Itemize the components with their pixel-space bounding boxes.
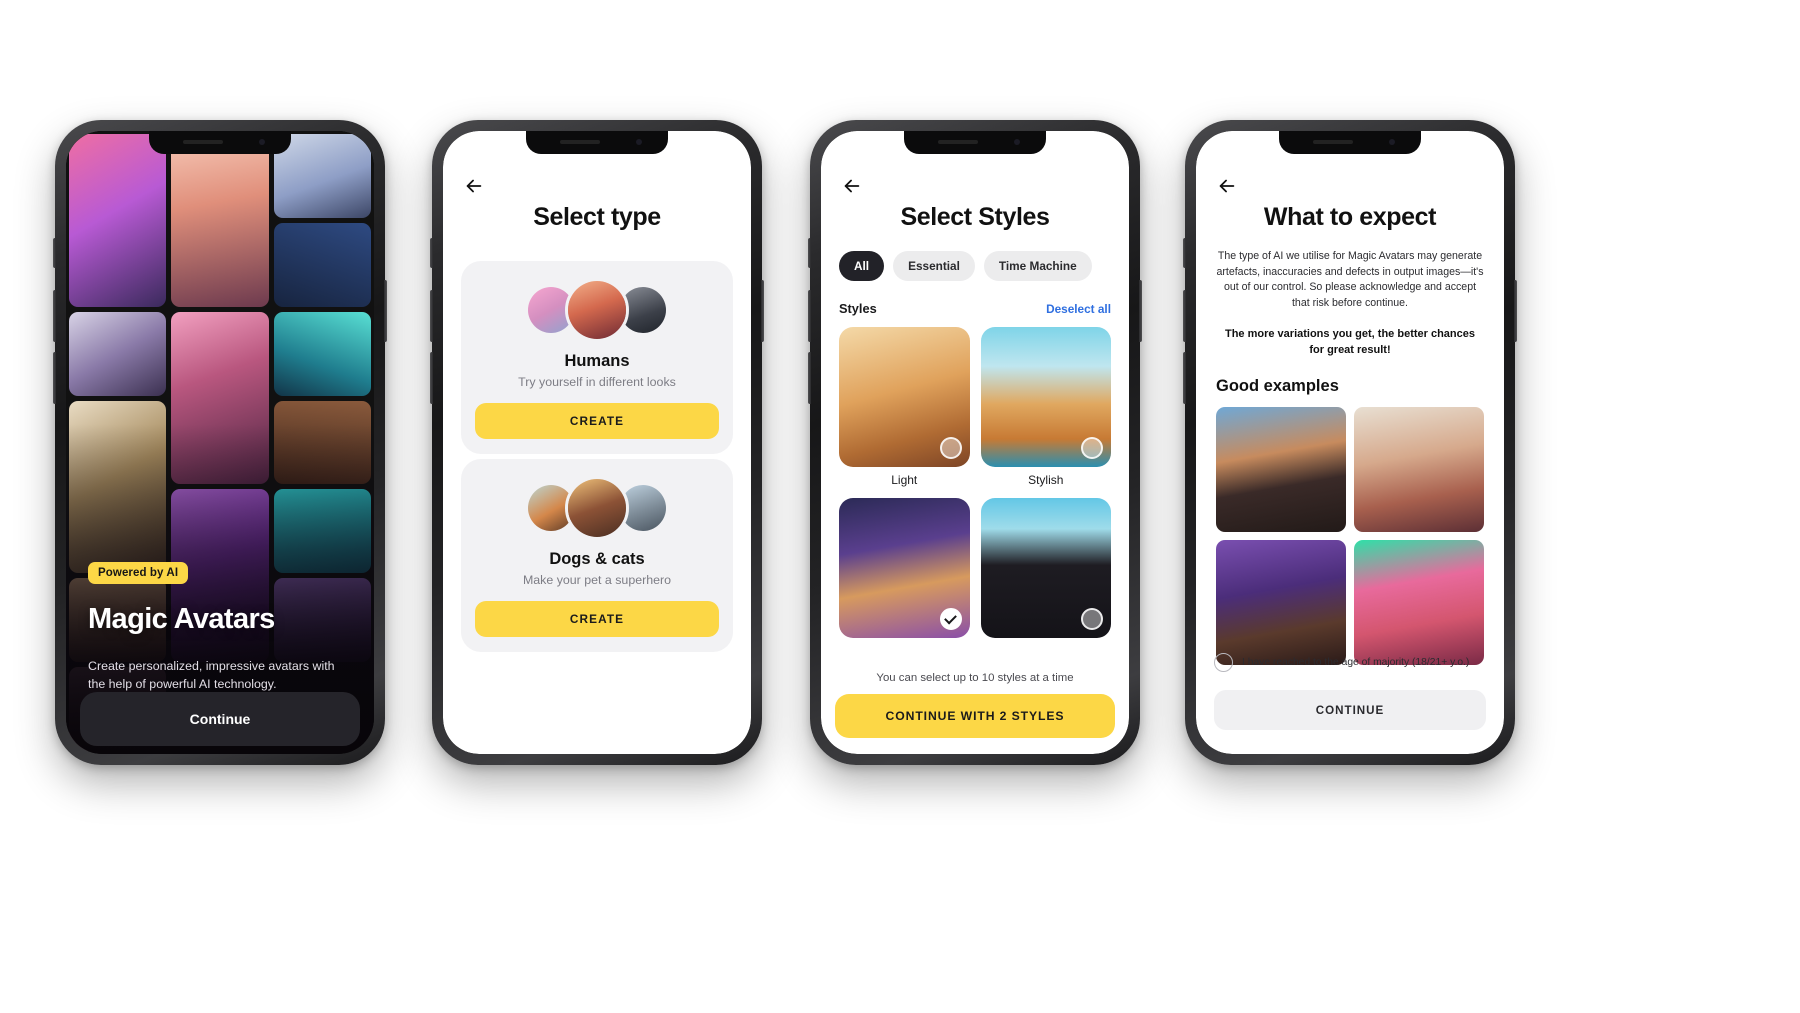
filter-chip-all[interactable]: All [839, 251, 885, 281]
styles-label: Styles [839, 301, 877, 316]
page-title: Select type [533, 203, 661, 231]
radio-unchecked-icon[interactable] [1214, 653, 1233, 672]
example-image [1216, 540, 1346, 665]
phone-bezel: What to expect The type of AI we utilise… [1196, 131, 1504, 754]
continue-button[interactable]: Continue [80, 692, 360, 746]
style-thumbnail [839, 327, 970, 467]
style-checkbox[interactable] [1081, 437, 1103, 459]
style-thumbnail [980, 327, 1111, 467]
disclaimer-text: The type of AI we utilise for Magic Avat… [1216, 250, 1484, 309]
example-image [1354, 540, 1484, 665]
style-thumbnail [839, 498, 970, 638]
phone-mockup-select-styles: Select Styles All Essential Time Machine… [808, 120, 1142, 765]
earpiece-speaker-icon [938, 140, 978, 144]
volume-down-button[interactable] [1183, 352, 1186, 404]
type-card-humans[interactable]: Humans Try yourself in different looks C… [461, 261, 733, 454]
page-title: Magic Avatars [88, 603, 275, 635]
phone-bezel: Select type Humans Try yourself in diffe… [443, 131, 751, 754]
collage-tile [273, 311, 371, 396]
style-checkbox[interactable] [939, 437, 962, 459]
good-examples-title: Good examples [1216, 377, 1339, 395]
card-subtitle: Make your pet a superhero [522, 573, 672, 587]
page-subtitle: Create personalized, impressive avatars … [88, 659, 335, 692]
page-title: Select Styles [900, 203, 1050, 231]
example-image [1216, 407, 1346, 532]
continue-with-styles-button[interactable]: CONTINUE WITH 2 STYLES [835, 694, 1115, 738]
continue-button[interactable]: CONTINUE [1214, 690, 1486, 730]
collage-tile [69, 311, 167, 396]
volume-up-button[interactable] [1183, 290, 1186, 342]
screenshot-canvas: Powered by AI Magic Avatars Create perso… [0, 0, 1800, 1013]
volume-up-button[interactable] [808, 290, 811, 342]
age-consent-row[interactable]: I have reached to the age of majority (1… [1214, 653, 1486, 672]
styles-grid: Light Stylish [839, 327, 1111, 644]
earpiece-speaker-icon [560, 140, 600, 144]
style-item-stylish[interactable]: Stylish [980, 327, 1111, 487]
screen-what-to-expect: What to expect The type of AI we utilise… [1196, 131, 1504, 754]
phone-bezel: Select Styles All Essential Time Machine… [821, 131, 1129, 754]
collage-tile [69, 134, 167, 307]
create-button-dogs-cats[interactable]: CREATE [475, 601, 719, 637]
screen-onboarding: Powered by AI Magic Avatars Create perso… [66, 131, 374, 754]
volume-up-button[interactable] [53, 290, 56, 342]
powered-by-ai-badge: Powered by AI [88, 562, 189, 584]
phone-bezel: Powered by AI Magic Avatars Create perso… [66, 131, 374, 754]
volume-down-button[interactable] [808, 352, 811, 404]
phone-mockup-what-to-expect: What to expect The type of AI we utilise… [1183, 120, 1517, 765]
style-item-4[interactable] [980, 498, 1111, 644]
avatar-group [475, 278, 719, 342]
phone-mockup-select-type: Select type Humans Try yourself in diffe… [430, 120, 764, 765]
device-notch [149, 131, 291, 154]
card-title: Humans [564, 352, 630, 370]
age-consent-label: I have reached to the age of majority (1… [1242, 656, 1470, 668]
back-arrow-icon[interactable] [841, 175, 863, 197]
volume-down-button[interactable] [430, 352, 433, 404]
avatar-group [475, 476, 719, 540]
device-notch [904, 131, 1046, 154]
style-item-3[interactable] [839, 498, 970, 644]
style-checkbox-selected[interactable] [939, 608, 962, 630]
device-notch [526, 131, 668, 154]
avatar [565, 476, 629, 540]
styles-section-header: Styles Deselect all [839, 301, 1111, 316]
style-label: Light [891, 473, 918, 487]
good-examples-grid [1216, 407, 1484, 665]
front-camera-icon [259, 139, 265, 145]
screen-select-styles: Select Styles All Essential Time Machine… [821, 131, 1129, 754]
card-subtitle: Try yourself in different looks [518, 375, 676, 389]
back-arrow-icon[interactable] [1216, 175, 1238, 197]
filter-chip-time-machine[interactable]: Time Machine [983, 251, 1092, 281]
filter-chip-group: All Essential Time Machine [839, 251, 1111, 281]
collage-tile [273, 222, 371, 307]
front-camera-icon [636, 139, 642, 145]
earpiece-speaker-icon [1313, 140, 1353, 144]
earpiece-speaker-icon [183, 140, 223, 144]
filter-chip-essential[interactable]: Essential [893, 251, 975, 281]
device-notch [1279, 131, 1421, 154]
card-title: Dogs & cats [549, 550, 645, 568]
create-button-humans[interactable]: CREATE [475, 403, 719, 439]
emphasis-text: The more variations you get, the better … [1224, 328, 1475, 356]
collage-tile [171, 134, 269, 307]
avatar [565, 278, 629, 342]
style-checkbox[interactable] [1081, 608, 1103, 630]
selection-hint: You can select up to 10 styles at a time [876, 672, 1074, 684]
style-item-light[interactable]: Light [839, 327, 970, 487]
back-arrow-icon[interactable] [463, 175, 485, 197]
front-camera-icon [1389, 139, 1395, 145]
style-thumbnail [980, 498, 1111, 638]
deselect-all-link[interactable]: Deselect all [1046, 302, 1111, 316]
phone-mockup-onboarding: Powered by AI Magic Avatars Create perso… [53, 120, 387, 765]
page-title: What to expect [1263, 203, 1437, 231]
style-label: Stylish [1028, 473, 1064, 487]
volume-down-button[interactable] [53, 352, 56, 404]
screen-select-type: Select type Humans Try yourself in diffe… [443, 131, 751, 754]
volume-up-button[interactable] [430, 290, 433, 342]
front-camera-icon [1014, 139, 1020, 145]
example-image [1354, 407, 1484, 532]
type-card-dogs-cats[interactable]: Dogs & cats Make your pet a superhero CR… [461, 459, 733, 652]
